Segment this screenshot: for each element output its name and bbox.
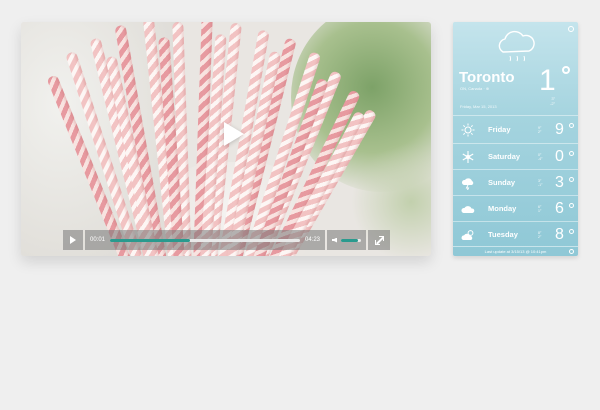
weather-widget: Toronto ON, Canada · ⊕ 1 3° -2° Friday, … [453, 22, 578, 256]
day-name: Tuesday [488, 230, 518, 239]
day-temperature: 3 [555, 173, 564, 191]
current-temperature: 1 [539, 64, 556, 97]
day-name: Friday [488, 125, 511, 134]
degree-icon [569, 123, 574, 128]
degree-icon [569, 151, 574, 156]
volume-fill [341, 238, 358, 242]
storm-icon [461, 177, 474, 190]
hi-lo: 3° -2° [550, 96, 555, 106]
progress-bar-container: 00:01 04:23 [85, 230, 325, 250]
degree-icon [562, 66, 570, 74]
current-date: Friday, Mar 15, 2013 [460, 104, 497, 109]
last-update: Last update at 3/15/13 @ 10:41pm [453, 246, 578, 256]
region-label[interactable]: ON, Canada · ⊕ [460, 86, 489, 91]
day-name: Saturday [488, 152, 521, 161]
duration: 04:23 [304, 237, 320, 243]
sun-icon [461, 123, 475, 136]
day-hilo: 8° 2° [538, 230, 542, 239]
play-button[interactable] [63, 230, 83, 250]
forecast-row: Friday 9° 2° 9 [453, 115, 578, 143]
day-hilo: 3° -1° [538, 178, 543, 187]
forecast-row: Tuesday 8° 2° 8 [453, 221, 578, 247]
forecast-row: Monday 6° 1° 6 [453, 195, 578, 221]
day-name: Sunday [488, 178, 516, 187]
degree-icon [569, 203, 574, 208]
forecast-list: Friday 9° 2° 9 Saturday 0° -4° 0 Sunday 3°… [453, 115, 578, 247]
low-temp: -2° [550, 101, 556, 106]
current-time: 00:01 [90, 237, 106, 243]
video-player[interactable]: 00:01 04:23 [21, 22, 431, 256]
play-icon [70, 236, 76, 244]
progress-bar[interactable] [110, 238, 300, 242]
city-name: Toronto [459, 69, 515, 86]
day-temperature: 9 [555, 120, 564, 138]
partly-cloudy-icon [461, 229, 474, 240]
video-controls: 00:01 04:23 [63, 230, 390, 250]
refresh-icon[interactable] [569, 249, 574, 254]
progress-fill [110, 238, 190, 242]
snow-icon [462, 150, 474, 163]
fullscreen-button[interactable] [368, 230, 390, 250]
fullscreen-icon [374, 235, 384, 245]
day-temperature: 6 [555, 199, 564, 217]
day-hilo: 0° -4° [538, 152, 543, 161]
degree-icon [569, 177, 574, 182]
speaker-icon[interactable] [332, 237, 337, 243]
day-temperature: 0 [555, 147, 564, 165]
big-play-icon[interactable] [224, 122, 244, 146]
settings-icon[interactable] [568, 26, 574, 32]
day-hilo: 6° 1° [538, 204, 542, 213]
forecast-row: Saturday 0° -4° 0 [453, 143, 578, 169]
day-hilo: 9° 2° [538, 125, 542, 134]
forecast-row: Sunday 3° -1° 3 [453, 169, 578, 195]
cloud-icon [461, 205, 475, 213]
volume-slider[interactable] [341, 238, 361, 242]
day-name: Monday [488, 204, 517, 213]
day-temperature: 8 [555, 225, 564, 243]
volume-control [327, 230, 366, 250]
degree-icon [569, 229, 574, 234]
cloud-rain-icon [498, 30, 535, 62]
